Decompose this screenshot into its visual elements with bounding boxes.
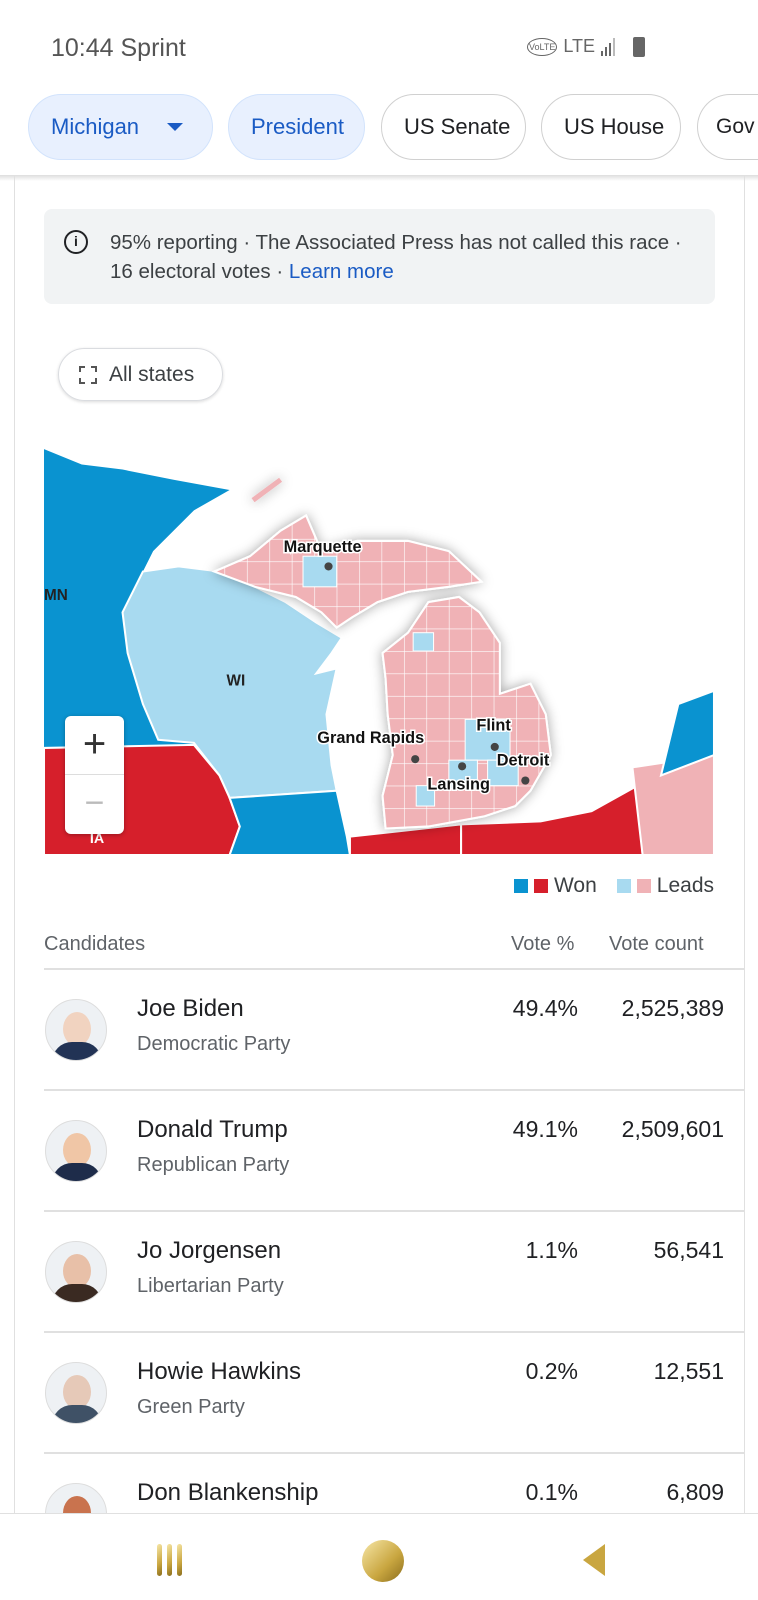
map-label-wi: WI <box>227 673 246 690</box>
candidate-row[interactable]: Donald Trump Republican Party 49.1% 2,50… <box>44 1090 744 1212</box>
rep-leads-swatch <box>636 879 651 893</box>
expand-icon <box>79 366 97 384</box>
map-label-mn: MN <box>44 587 68 604</box>
signal-icon <box>601 37 616 56</box>
city-label-detroit: Detroit <box>497 751 550 769</box>
status-icons: VoLTE LTE <box>527 36 646 57</box>
candidate-name: Donald Trump <box>137 1116 288 1143</box>
chip-michigan[interactable]: Michigan <box>28 94 213 160</box>
candidate-avatar <box>45 999 107 1061</box>
city-label-flint: Flint <box>476 717 511 735</box>
android-nav-bar <box>0 1513 758 1600</box>
chip-us-house[interactable]: US House <box>541 94 681 160</box>
candidate-party: Libertarian Party <box>137 1275 284 1297</box>
vote-percent: 0.1% <box>525 1479 578 1505</box>
city-dot-lansing <box>458 762 467 771</box>
learn-more-link[interactable]: Learn more <box>289 260 394 283</box>
candidate-name: Howie Hawkins <box>137 1358 302 1385</box>
candidate-name: Joe Biden <box>137 995 244 1022</box>
legend-won: Won <box>553 874 597 897</box>
chip-gov[interactable]: Gov <box>697 94 758 160</box>
vote-count: 2,509,601 <box>621 1116 724 1142</box>
city-dot-marquette <box>324 562 333 571</box>
vote-percent: 0.2% <box>525 1358 578 1384</box>
state-in[interactable] <box>348 823 463 855</box>
candidate-party: Green Party <box>137 1396 245 1418</box>
chip-us-senate[interactable]: US Senate <box>381 94 526 160</box>
chip-president[interactable]: President <box>228 94 365 160</box>
all-states-label: All states <box>109 362 195 386</box>
zoom-out-button[interactable]: − <box>65 775 124 834</box>
city-dot-flint <box>490 742 499 751</box>
dem-won-swatch <box>513 879 528 893</box>
lte-icon: LTE <box>563 36 596 56</box>
candidate-avatar <box>45 1120 107 1182</box>
dropdown-arrow-icon <box>167 123 184 131</box>
recent-apps-icon[interactable] <box>157 1544 182 1576</box>
vote-count: 12,551 <box>653 1358 724 1384</box>
candidate-row[interactable]: Jo Jorgensen Libertarian Party 1.1% 56,5… <box>44 1211 744 1333</box>
battery-icon <box>633 36 646 57</box>
dem-leads-swatch <box>616 879 631 893</box>
info-banner: i 95% reporting · The Associated Press h… <box>44 209 715 304</box>
vote-percent: 1.1% <box>525 1237 578 1263</box>
vote-percent: 49.1% <box>512 1116 578 1142</box>
candidate-name: Don Blankenship <box>137 1479 319 1506</box>
chip-label: Michigan <box>51 114 140 139</box>
city-label-marquette: Marquette <box>284 538 362 556</box>
candidate-party: Republican Party <box>137 1154 290 1176</box>
info-text: 95% reporting · The Associated Press has… <box>110 231 682 283</box>
candidate-name: Jo Jorgensen <box>137 1237 282 1264</box>
legend-leads: Leads <box>656 874 714 897</box>
map-zoom-controls: + − <box>65 716 124 834</box>
rep-won-swatch <box>533 879 548 893</box>
candidate-avatar <box>45 1241 107 1303</box>
status-time-carrier: 10:44 Sprint <box>51 34 186 62</box>
vote-count: 6,809 <box>666 1479 724 1505</box>
volte-icon: VoLTE <box>527 37 558 56</box>
header-vote-count: Vote count <box>609 933 704 955</box>
candidate-party: Democratic Party <box>137 1033 291 1055</box>
candidate-avatar <box>45 1362 107 1424</box>
city-label-lansing: Lansing <box>427 776 489 794</box>
back-icon[interactable] <box>583 1544 605 1576</box>
candidate-row[interactable]: Howie Hawkins Green Party 0.2% 12,551 <box>44 1332 744 1454</box>
home-icon[interactable] <box>362 1540 404 1582</box>
map-legend: Won Leads <box>513 874 714 898</box>
city-dot-detroit <box>521 776 530 785</box>
all-states-button[interactable]: All states <box>58 348 223 401</box>
city-dot-grand-rapids <box>411 755 420 764</box>
header-candidates: Candidates <box>44 933 146 955</box>
header-vote-pct: Vote % <box>511 933 575 955</box>
city-label-grand-rapids: Grand Rapids <box>317 729 424 747</box>
vote-count: 56,541 <box>653 1237 724 1263</box>
vote-count: 2,525,389 <box>621 995 724 1021</box>
zoom-in-button[interactable]: + <box>65 716 124 775</box>
info-icon: i <box>64 230 88 254</box>
vote-percent: 49.4% <box>512 995 578 1021</box>
election-map[interactable]: MN WI IA Marquette Grand Rapids Flint De… <box>44 441 714 855</box>
candidate-row[interactable]: Joe Biden Democratic Party 49.4% 2,525,3… <box>44 969 744 1091</box>
state-il[interactable] <box>228 789 351 855</box>
